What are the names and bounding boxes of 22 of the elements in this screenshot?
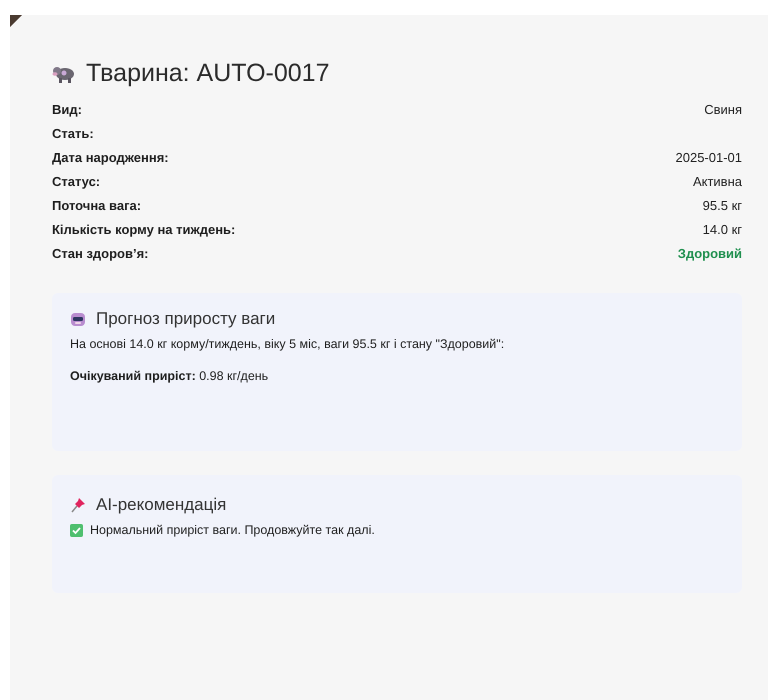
field-label: Стан здоров’я:: [52, 246, 149, 260]
field-value: 14.0 кг: [702, 222, 742, 236]
forecast-basis-text: На основі 14.0 кг корму/тиждень, віку 5 міс, ваги 95.5 кг і стану "Здоровий":: [70, 337, 506, 351]
recommendation-text: Нормальний приріст ваги. Продовжуйте так далі.: [90, 523, 375, 537]
field-label: Стать:: [52, 126, 94, 140]
field-value: Свиня: [704, 102, 742, 116]
field-label: Дата народження:: [52, 150, 169, 164]
field-value: 2025-01-01: [676, 150, 742, 164]
card-title: Прогноз приросту ваги: [96, 309, 276, 329]
field-label: Поточна вага:: [52, 198, 142, 212]
field-label: Кількість корму на тиждень:: [52, 222, 236, 236]
field-value: Активна: [692, 174, 742, 188]
field-value: Здоровий: [678, 246, 742, 260]
field-value: 95.5 кг: [702, 198, 742, 212]
check-mark-icon: [70, 524, 83, 536]
page-title: Тварина: AUTO-0017: [86, 58, 330, 88]
card-title: AI-рекомендація: [96, 495, 226, 515]
robot-icon: [70, 311, 86, 327]
forecast-result-text: Очікуваний приріст: 0.98 кг/день: [70, 369, 270, 383]
field-label: Статус:: [52, 174, 100, 188]
pushpin-icon: [70, 497, 86, 513]
field-label: Вид:: [52, 102, 82, 116]
